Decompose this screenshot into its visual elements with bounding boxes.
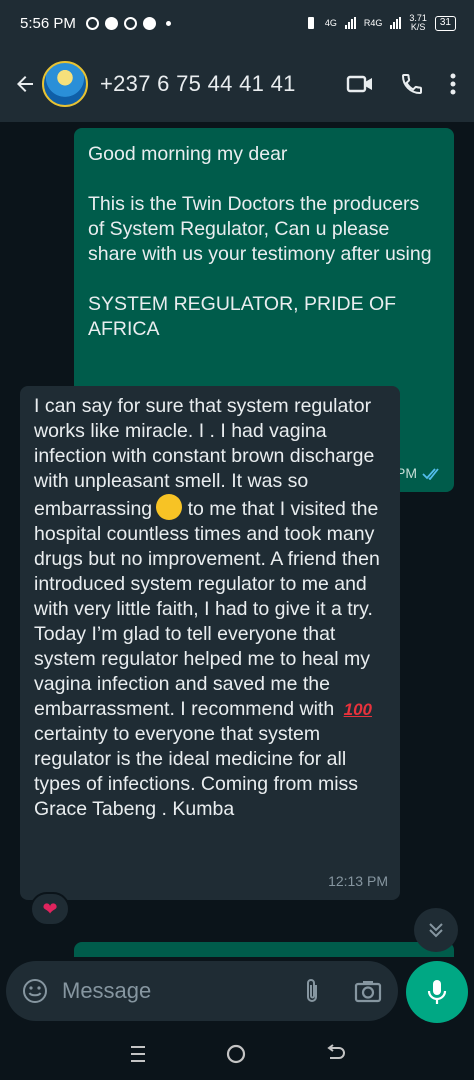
heart-reaction-icon[interactable]: ❤ <box>30 892 70 926</box>
message-text-part3: certainty to everyone that system regula… <box>34 723 359 820</box>
input-actions <box>304 977 382 1005</box>
mic-icon <box>427 980 447 1004</box>
notification-icons <box>85 16 171 30</box>
vibrate-icon <box>307 17 314 29</box>
message-input-bar[interactable] <box>6 961 398 1021</box>
emoji-icon[interactable] <box>22 978 48 1004</box>
network-label-1: 4G <box>324 18 337 28</box>
more-icon[interactable] <box>450 72 456 96</box>
video-call-icon[interactable] <box>346 72 374 96</box>
crying-face-icon <box>156 494 183 520</box>
message-text-part2: to me that I visited the hospital countl… <box>34 498 380 720</box>
message-paragraph: SYSTEM REGULATOR, PRIDE OF AFRICA <box>88 293 397 340</box>
network-label-2: R4G <box>363 18 383 28</box>
back-nav-icon[interactable] <box>324 1043 346 1064</box>
home-icon[interactable] <box>225 1043 247 1065</box>
chat-area[interactable]: Good morning my dear This is the Twin Do… <box>0 122 474 957</box>
chat-app-icon <box>142 16 156 30</box>
status-right: 4G R4G 3.71 K/S 31 <box>305 14 456 32</box>
double-chevron-down-icon <box>429 923 443 938</box>
system-nav-bar <box>0 1027 474 1080</box>
composer <box>0 957 474 1027</box>
network-speed: 3.71 K/S <box>409 14 427 32</box>
mic-button[interactable] <box>406 961 468 1023</box>
contact-name[interactable]: +237 6 75 44 41 41 <box>100 71 296 97</box>
scroll-down-button[interactable] <box>414 908 458 952</box>
avatar[interactable] <box>42 61 88 107</box>
speed-unit: K/S <box>410 22 426 32</box>
message-input[interactable] <box>62 978 262 1004</box>
battery-level: 31 <box>439 16 451 28</box>
camera-icon[interactable] <box>354 979 382 1003</box>
chat-header: +237 6 75 44 41 41 <box>0 46 474 122</box>
phone-icon[interactable] <box>400 72 424 96</box>
message-text: I can say for sure that system regulator… <box>34 394 386 822</box>
app-icon <box>123 16 137 30</box>
more-notifications-dot <box>165 20 171 26</box>
read-receipt-icon <box>422 467 439 480</box>
recent-apps-icon[interactable] <box>128 1045 148 1063</box>
signal-icon-2 <box>390 17 402 29</box>
attachment-icon[interactable] <box>304 977 320 1005</box>
next-outgoing-message[interactable] <box>74 942 454 957</box>
signal-icon-1 <box>344 17 356 29</box>
back-arrow-icon[interactable] <box>10 69 40 99</box>
incoming-message[interactable]: I can say for sure that system regulator… <box>20 386 400 900</box>
message-paragraph: This is the Twin Doctors the producers o… <box>88 193 432 265</box>
hundred-points-icon: 100 <box>343 700 372 719</box>
clock: 5:56 PM <box>20 14 76 32</box>
status-bar: 5:56 PM 4G R4G 3.71 K/S 31 <box>0 0 474 46</box>
message-paragraph: Good morning my dear <box>88 143 288 165</box>
notification-icon <box>85 16 99 30</box>
header-actions <box>346 72 464 96</box>
facebook-icon <box>104 16 118 30</box>
battery-icon: 31 <box>434 15 456 31</box>
message-time: 12:13 PM <box>328 873 388 889</box>
